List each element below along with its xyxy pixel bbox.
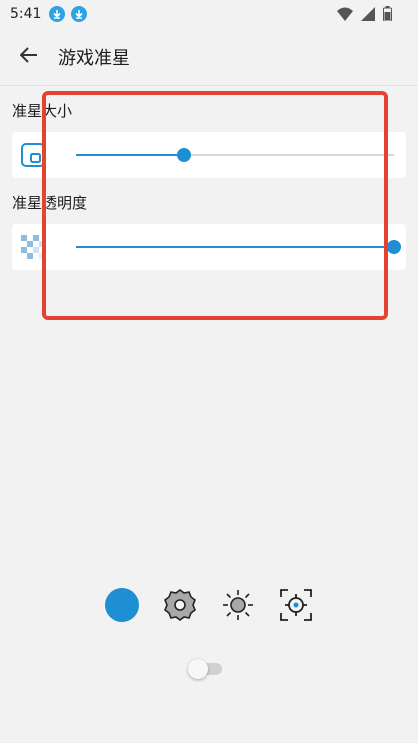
size-slider-fill <box>76 154 185 156</box>
status-bar: 5:41 <box>0 0 418 28</box>
opacity-slider[interactable] <box>76 240 401 254</box>
brightness-icon <box>221 588 255 626</box>
opacity-slider-fill <box>76 246 394 248</box>
size-slider-thumb[interactable] <box>177 148 192 162</box>
color-button[interactable] <box>104 587 140 627</box>
crosshair-button[interactable] <box>278 589 314 625</box>
bottom-toolbar <box>0 586 418 628</box>
settings-button[interactable] <box>162 589 198 625</box>
crosshair-size-icon <box>20 142 46 168</box>
opacity-slider-thumb[interactable] <box>387 240 401 254</box>
download-icon <box>71 6 88 22</box>
checkerboard-icon <box>20 234 46 260</box>
crosshair-toggle[interactable] <box>188 659 222 679</box>
download-icon <box>49 6 66 22</box>
page-title: 游戏准星 <box>58 47 130 69</box>
app-bar: 游戏准星 <box>0 28 418 86</box>
opacity-label: 准星透明度 <box>12 194 88 212</box>
settings-gear-icon <box>163 588 197 626</box>
color-dot-icon <box>104 587 140 627</box>
opacity-setting-card <box>12 224 406 270</box>
arrow-left-icon <box>19 46 38 67</box>
size-label: 准星大小 <box>12 102 73 120</box>
crosshair-target-icon <box>279 588 313 626</box>
back-button[interactable] <box>0 28 58 86</box>
battery-icon <box>383 6 392 25</box>
size-slider[interactable] <box>76 148 394 162</box>
brightness-button[interactable] <box>220 589 256 625</box>
status-time: 5:41 <box>10 6 42 22</box>
signal-icon <box>361 6 375 25</box>
size-setting-card <box>12 132 406 178</box>
highlight-box <box>42 91 388 320</box>
toggle-thumb <box>188 659 208 679</box>
wifi-icon <box>337 7 353 25</box>
